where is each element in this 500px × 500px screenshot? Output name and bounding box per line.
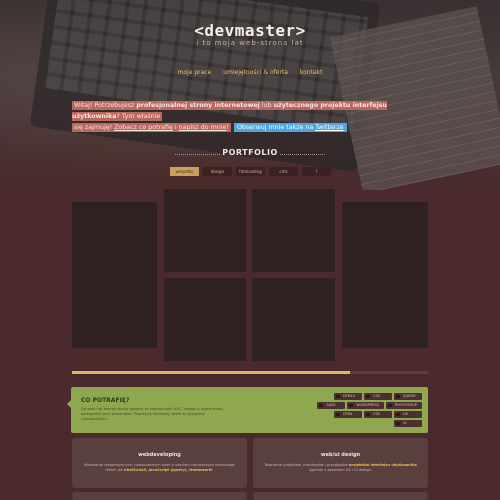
- nav-item-contact[interactable]: kontakt: [300, 69, 323, 76]
- see-skills-link[interactable]: Zobacz co potrafię: [114, 124, 173, 131]
- nav-item-portfolio[interactable]: moje prace: [178, 69, 212, 76]
- site-tagline: i to moja web-strona lat: [196, 39, 304, 47]
- portfolio-progress-bar: [72, 371, 428, 374]
- service-card-webdesign: web/ui design Tworzenie projektów, proto…: [253, 438, 428, 488]
- filter-htmlcoding[interactable]: htmlcoding: [236, 167, 265, 176]
- skills-chip-list: HTML5 CSS JQUERY SASS WORDPRESS PHOTOSHO…: [317, 393, 422, 427]
- skill-chip: HTML5: [334, 393, 362, 400]
- contact-link[interactable]: napisz do mnie: [179, 124, 227, 131]
- portfolio-tile[interactable]: [252, 189, 335, 272]
- intro-greeting: Witaj! Potrzebujesz: [74, 102, 135, 109]
- intro-and: i: [174, 124, 177, 131]
- intro-text: Witaj! Potrzebujesz profesjonalnej stron…: [72, 100, 428, 133]
- filter-design[interactable]: design: [203, 167, 232, 176]
- intro-or: lub: [261, 102, 272, 109]
- portfolio-filters: wszystko design htmlcoding cms ?: [170, 167, 331, 176]
- card-desc-bold: projektów interfejsu użytkownika: [348, 463, 417, 467]
- skill-chip: CSS: [364, 411, 392, 418]
- intro-line-1: Witaj! Potrzebujesz profesjonalnej stron…: [72, 101, 388, 121]
- skill-chip: UI: [394, 420, 422, 427]
- card-desc-bold: html5/css3, JavaScript (jquery), framewo…: [124, 468, 213, 472]
- main-nav: moje prace umiejętności & oferta kontakt: [0, 69, 500, 76]
- skills-panel-pointer: [67, 400, 71, 408]
- site-logo[interactable]: <devmaster>: [0, 21, 500, 40]
- twitter-link[interactable]: Twitterze: [315, 124, 343, 131]
- skills-panel: CO POTRAFIĘ? Od wielu lat tworzę strony …: [67, 387, 428, 433]
- intro-bold-website: profesjonalnej strony internetowej: [136, 102, 260, 109]
- skill-chip: PHOTOSHOP: [385, 402, 422, 409]
- skill-chip: CSS: [364, 393, 392, 400]
- service-card-description: Wdrażanie responsywnych, nowoczesnych st…: [82, 463, 237, 473]
- twitter-text: Obserwuj mnie także na: [236, 124, 314, 131]
- card-desc-text: Tworzenie projektów, prototypów i przegl…: [264, 463, 348, 467]
- twitter-badge: Obserwuj mnie także na Twitterze: [233, 123, 347, 132]
- skills-description: Od wielu lat tworzę strony zgodnie ze st…: [81, 407, 224, 421]
- skill-chip: HTML: [334, 411, 362, 418]
- portfolio-tile[interactable]: [164, 189, 246, 272]
- skill-chip: SASS: [317, 402, 346, 409]
- intro-end: ? Tym właśnie: [116, 113, 161, 120]
- portfolio-tile[interactable]: [252, 278, 335, 361]
- card-desc-end: .: [212, 468, 214, 472]
- filter-cms[interactable]: cms: [269, 167, 298, 176]
- skill-chip: JQUERY: [394, 393, 422, 400]
- service-card-description: Tworzenie projektów, prototypów i przegl…: [263, 463, 418, 473]
- service-card-webdeveloping: webdeveloping Wdrażanie responsywnych, n…: [72, 438, 247, 488]
- skill-chip: WORDPRESS: [347, 402, 384, 409]
- filter-all[interactable]: wszystko: [170, 167, 199, 176]
- service-card-partial: [253, 492, 428, 500]
- intro-line2-start: się zajmuję!: [74, 124, 113, 131]
- service-card-title: webdeveloping: [138, 452, 181, 458]
- portfolio-tile[interactable]: [342, 202, 428, 348]
- service-card-partial: [72, 492, 247, 500]
- portfolio-title: PORTFOLIO: [222, 148, 278, 157]
- nav-item-skills[interactable]: umiejętności & oferta: [223, 69, 288, 76]
- portfolio-divider-right: [280, 154, 325, 155]
- intro-line-2: się zajmuję! Zobacz co potrafię i napisz…: [72, 123, 231, 132]
- skill-chip: UX: [394, 411, 422, 418]
- service-card-title: web/ui design: [320, 452, 361, 458]
- intro-excl: !: [226, 124, 229, 131]
- skills-title: CO POTRAFIĘ?: [81, 397, 130, 404]
- portfolio-tile[interactable]: [72, 202, 157, 348]
- card-desc-end: zgodnie z zasadami UX i UI design.: [309, 468, 372, 472]
- filter-other[interactable]: ?: [302, 167, 331, 176]
- portfolio-progress-fill: [72, 371, 350, 374]
- portfolio-tile[interactable]: [164, 278, 246, 361]
